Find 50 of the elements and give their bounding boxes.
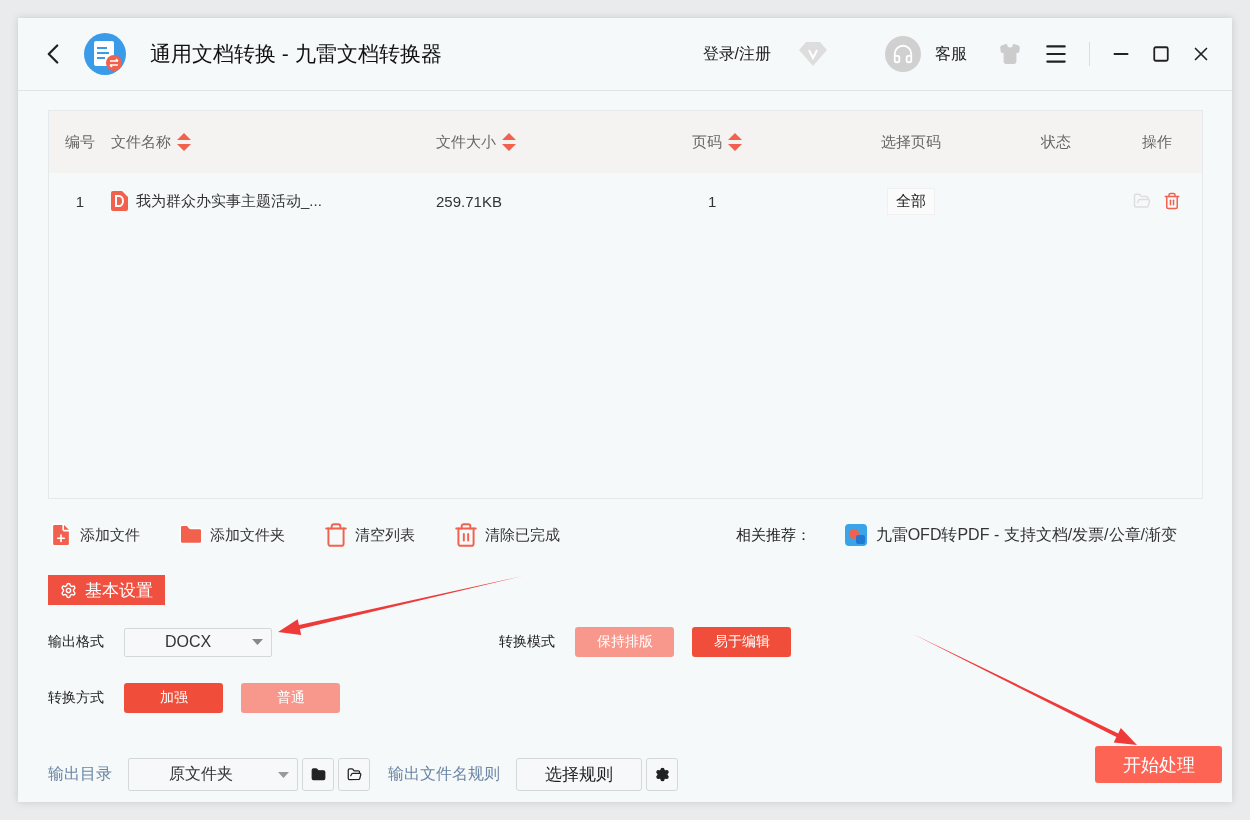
column-header: 状态 (1041, 132, 1071, 152)
column-header[interactable]: 页码 (692, 132, 742, 152)
folder-icon (346, 767, 362, 782)
format-select[interactable]: DOCX (124, 627, 272, 657)
gear-icon (60, 581, 77, 599)
window-title: 通用文档转换 - 九雷文档转换器 (150, 41, 443, 67)
sort-icon (177, 133, 191, 151)
field-label: 转换模式 (499, 633, 556, 651)
output-dir-select[interactable]: 原文件夹 (128, 758, 298, 791)
table-cell: 1 (75, 192, 85, 210)
sort-icon (728, 133, 742, 151)
table-cell: 我为群众办实事主题活动_... (136, 191, 322, 211)
column-header: 操作 (1141, 132, 1172, 152)
service-label[interactable]: 客服 (935, 43, 967, 65)
settings-button[interactable] (646, 758, 678, 791)
field-label: 转换方式 (48, 689, 105, 707)
open-folder-button[interactable] (338, 758, 370, 791)
file-icon (111, 191, 128, 211)
toolbar-button[interactable]: 添加文件 (48, 522, 140, 548)
caret-icon (278, 771, 289, 778)
folder-button[interactable] (302, 758, 334, 791)
column-header: 选择页码 (881, 132, 941, 152)
output-dir-label: 输出目录 (48, 764, 112, 784)
field-label: 输出格式 (48, 633, 105, 651)
mode-option[interactable]: 易于编辑 (692, 627, 791, 657)
table-cell: 1 (708, 192, 717, 210)
trash-icon (323, 522, 349, 548)
method-option[interactable]: 加强 (124, 683, 223, 713)
gear-icon (654, 767, 670, 782)
maximize-icon[interactable] (1152, 45, 1170, 63)
column-header[interactable]: 文件大小 (436, 132, 516, 152)
table-cell: 259.71KB (436, 192, 502, 210)
app-logo-icon (844, 524, 867, 546)
caret-icon (252, 639, 263, 645)
recommend-link[interactable]: 九雷OFD转PDF - 支持文档/发票/公章/渐变 (844, 524, 1177, 546)
trash-icon (453, 522, 479, 548)
toolbar-button[interactable]: 清除已完成 (453, 522, 560, 548)
login-link[interactable]: 登录/注册 (702, 43, 771, 65)
toolbar-button[interactable]: 添加文件夹 (178, 522, 285, 548)
toolbar-button[interactable]: 清空列表 (323, 522, 415, 548)
page-select[interactable]: 全部 (887, 187, 935, 215)
column-header: 编号 (65, 132, 95, 152)
delete-icon[interactable] (1162, 192, 1181, 210)
column-header[interactable]: 文件名称 (111, 132, 191, 152)
recommend-label: 相关推荐： (735, 525, 811, 545)
folder-icon (310, 767, 326, 782)
sort-icon (502, 133, 516, 151)
choose-rule-button[interactable]: 选择规则 (516, 758, 642, 791)
filename-rule-label: 输出文件名规则 (388, 764, 500, 784)
app-logo-icon (84, 33, 126, 75)
